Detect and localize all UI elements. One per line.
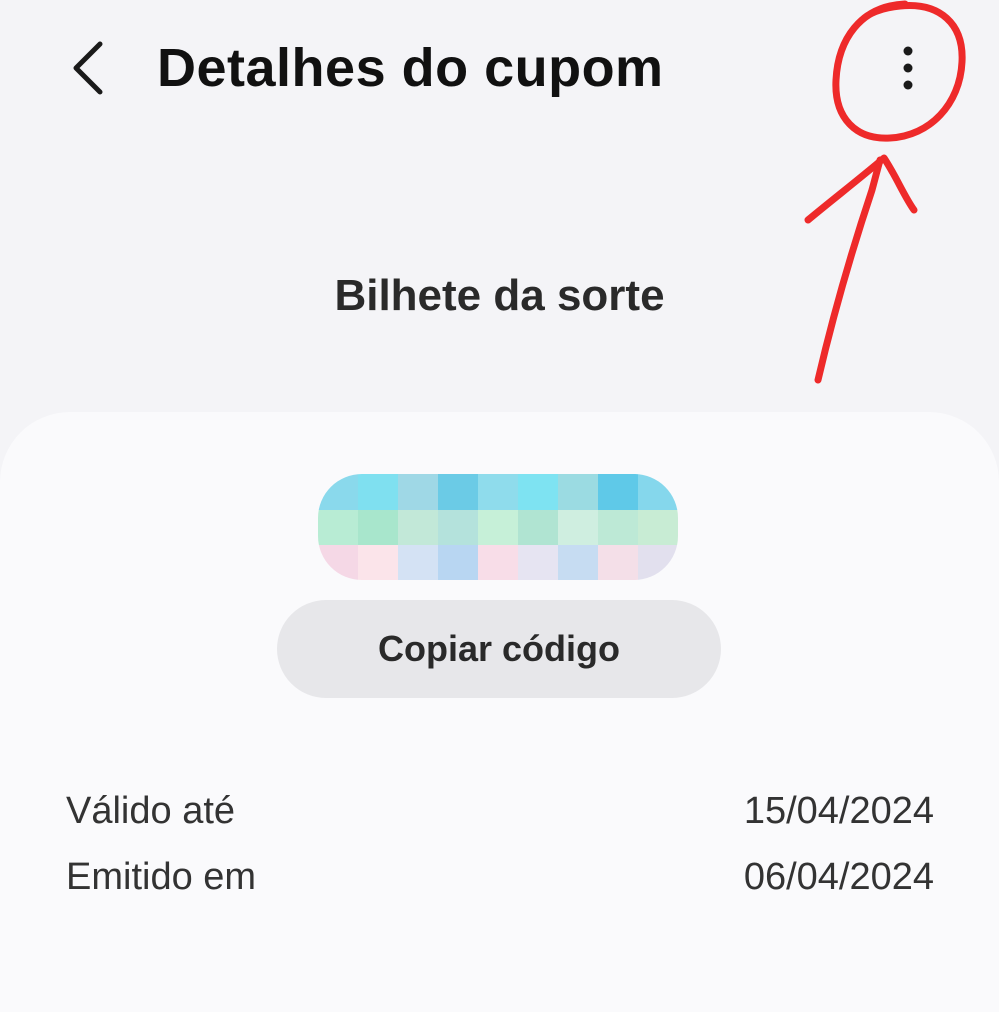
issued-on-label: Emitido em xyxy=(66,855,257,898)
coupon-name: Bilhete da sorte xyxy=(334,271,665,320)
chevron-left-icon xyxy=(73,41,103,95)
more-options-button[interactable] xyxy=(870,30,946,106)
valid-until-value: 15/04/2024 xyxy=(743,789,934,832)
more-vertical-icon xyxy=(903,46,913,90)
page-title: Detalhes do cupom xyxy=(157,38,664,98)
valid-until-row: Válido até 15/04/2024 xyxy=(66,784,934,838)
top-app-bar: Detalhes do cupom xyxy=(0,0,999,140)
back-button[interactable] xyxy=(50,30,126,106)
coupon-code-pixelated xyxy=(318,474,678,580)
valid-until-label: Válido até xyxy=(66,789,236,832)
copy-code-button[interactable]: Copiar código xyxy=(277,600,721,698)
issued-on-value: 06/04/2024 xyxy=(743,855,934,898)
issued-on-row: Emitido em 06/04/2024 xyxy=(66,850,934,904)
